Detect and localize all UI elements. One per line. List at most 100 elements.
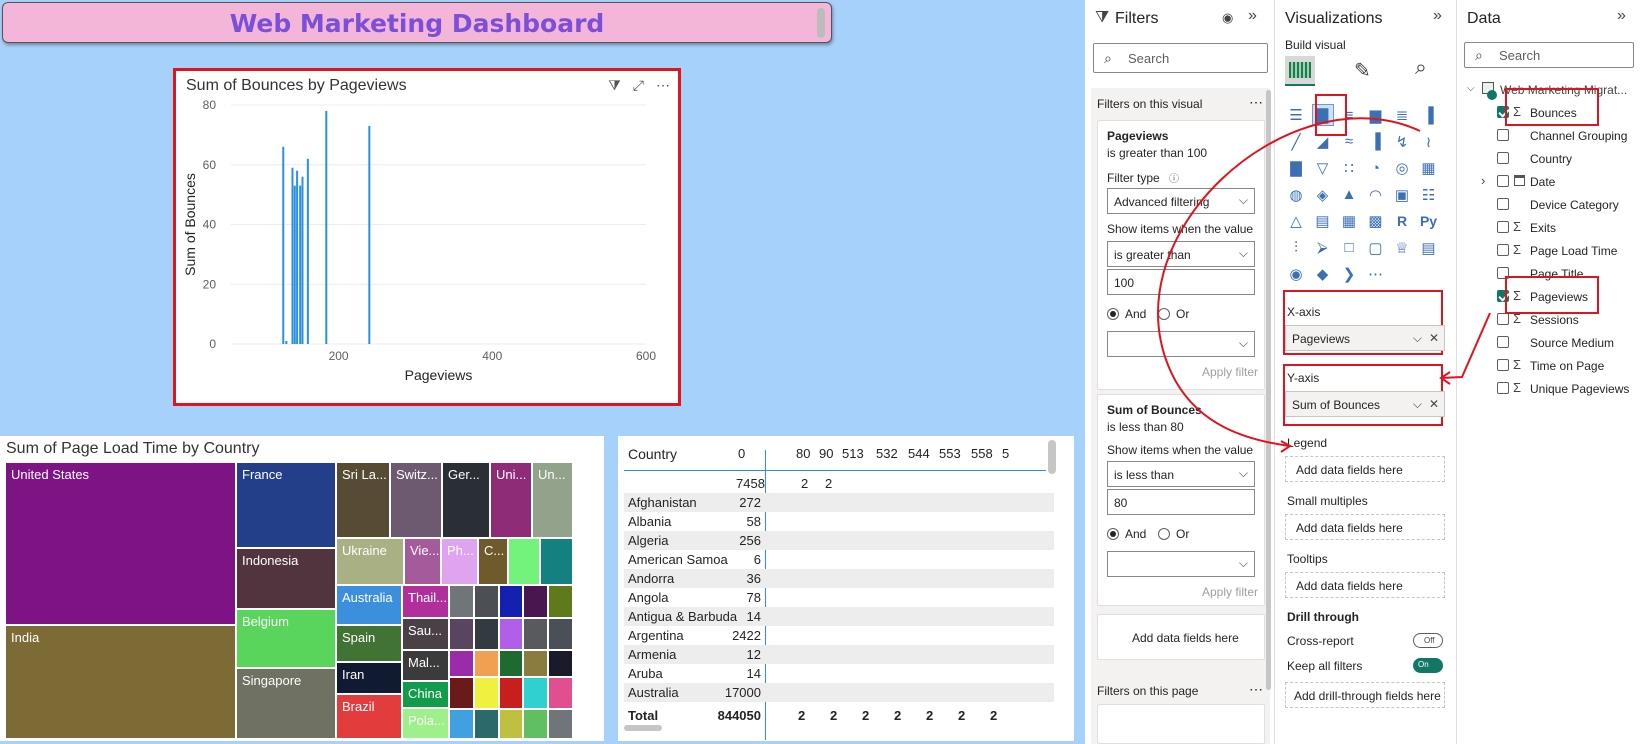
data-field-item[interactable]: Source Medium [1457, 333, 1640, 353]
table-row[interactable] [624, 626, 1054, 645]
treemap-small-tile[interactable] [523, 618, 549, 650]
field-checkbox[interactable] [1497, 221, 1509, 233]
bar[interactable] [293, 185, 296, 344]
clustered-bar-icon[interactable]: ≣ [1391, 104, 1413, 126]
metrics-icon[interactable]: ♕ [1391, 237, 1413, 259]
kpi-icon[interactable]: △ [1285, 210, 1307, 232]
clustered-column-icon[interactable]: ▇ [1311, 104, 1334, 126]
treemap-tile[interactable]: Iran [336, 662, 402, 694]
treemap-small-tile[interactable] [548, 650, 573, 677]
field-checkbox[interactable] [1497, 129, 1509, 141]
data-field-item[interactable]: Country [1457, 149, 1640, 169]
map-icon[interactable]: ◍ [1285, 184, 1307, 206]
filter-card-bounces[interactable]: Sum of Bounces is less than 80 Show item… [1097, 394, 1265, 606]
treemap-tile[interactable]: Ph... [441, 538, 478, 585]
bar[interactable] [368, 125, 371, 344]
treemap-small-tile[interactable] [449, 585, 474, 618]
treemap-tile[interactable]: Uni... [490, 462, 532, 538]
and-radio[interactable] [1107, 308, 1119, 320]
azure-map-icon[interactable]: ▲ [1338, 184, 1360, 206]
bar[interactable] [299, 185, 302, 344]
collapse-viz-icon[interactable]: » [1433, 7, 1442, 25]
keep-all-filters-toggle[interactable]: On [1413, 658, 1443, 673]
stacked-area-icon[interactable]: ≈ [1338, 131, 1360, 153]
treemap-tile[interactable]: Switz... [390, 462, 442, 538]
treemap-small-tile[interactable] [473, 585, 499, 618]
treemap-tile[interactable]: Pola... [402, 708, 449, 739]
condition-dropdown[interactable]: is less than ⌵ [1107, 461, 1255, 487]
bar[interactable] [325, 110, 328, 344]
treemap-small-tile[interactable] [523, 677, 549, 709]
apply-filter-button[interactable]: Apply filter [1202, 585, 1258, 599]
or-radio[interactable] [1158, 528, 1170, 540]
table-icon[interactable]: ▦ [1338, 210, 1360, 232]
treemap-small-tile[interactable] [548, 709, 573, 739]
field-checkbox[interactable] [1497, 382, 1509, 394]
bar[interactable] [296, 170, 299, 344]
page-filter-card[interactable] [1097, 704, 1265, 744]
treemap-small-tile[interactable] [548, 585, 573, 618]
filter-type-dropdown[interactable]: Advanced filtering ⌵ [1107, 188, 1255, 214]
field-checkbox[interactable] [1497, 175, 1509, 187]
narrative-icon[interactable]: ▢ [1365, 237, 1387, 259]
treemap-small-tile[interactable] [523, 585, 549, 618]
pie-icon[interactable]: ◔ [1365, 157, 1387, 179]
treemap-tile[interactable] [540, 538, 573, 585]
bar[interactable] [285, 341, 288, 344]
table-row[interactable] [624, 512, 1054, 531]
data-field-item[interactable]: Σ Unique Pageviews [1457, 379, 1640, 399]
treemap-small-tile[interactable] [498, 677, 524, 709]
power-automate-icon[interactable]: ❯ [1338, 263, 1360, 285]
page-load-time-treemap[interactable]: Sum of Page Load Time by Country United … [0, 436, 604, 741]
decomposition-tree-icon[interactable]: ⮚ [1312, 237, 1334, 259]
small-multiples-well[interactable]: Add data fields here [1285, 514, 1445, 540]
line-chart-icon[interactable]: ╱ [1285, 131, 1307, 153]
treemap-tile[interactable]: Spain [336, 625, 402, 662]
collapse-filters-icon[interactable]: » [1248, 7, 1257, 25]
stacked-column-icon[interactable]: ▆ [1365, 104, 1387, 126]
funnel-icon[interactable]: ▽ [1312, 157, 1334, 179]
stacked-bar-100-icon[interactable]: ≡ [1338, 104, 1360, 126]
tooltips-well[interactable]: Add data fields here [1285, 572, 1445, 598]
treemap-small-tile[interactable] [473, 618, 499, 650]
chevron-right-icon[interactable]: › [1481, 173, 1485, 188]
treemap-tile[interactable]: C... [478, 538, 508, 585]
filters-search-input[interactable]: ⌕ Search [1093, 43, 1268, 73]
matrix-hscrollbar[interactable] [624, 725, 662, 731]
apply-filter-button[interactable]: Apply filter [1202, 365, 1258, 379]
field-checkbox[interactable] [1497, 152, 1509, 164]
cross-report-toggle[interactable]: Off [1413, 633, 1443, 648]
line-clustered-icon[interactable]: ↯ [1391, 131, 1413, 153]
page-filters-more-icon[interactable]: ⋯ [1249, 681, 1263, 698]
remove-field-icon[interactable]: ✕ [1429, 331, 1439, 345]
treemap-small-tile[interactable] [473, 709, 499, 739]
treemap-small-tile[interactable] [449, 677, 474, 709]
treemap-small-tile[interactable] [473, 677, 499, 709]
second-condition-dropdown[interactable]: ⌵ [1107, 551, 1255, 577]
data-field-item[interactable]: Σ Exits [1457, 218, 1640, 238]
qa-icon[interactable]: □ [1338, 237, 1360, 259]
bar[interactable] [301, 176, 304, 344]
matrix-icon[interactable]: ▩ [1365, 210, 1387, 232]
treemap-tile[interactable]: Indonesia [236, 548, 336, 609]
add-filter-fields-well[interactable]: Add data fields here [1097, 614, 1265, 660]
data-field-item[interactable]: Σ Time on Page [1457, 356, 1640, 376]
treemap-small-tile[interactable] [498, 709, 524, 739]
x-axis-well[interactable]: Pageviews ⌵ ✕ [1285, 325, 1445, 351]
table-row[interactable] [624, 569, 1054, 588]
matrix-scrollbar[interactable] [1048, 440, 1056, 474]
treemap-tile[interactable]: China [402, 681, 449, 708]
bar[interactable] [282, 146, 285, 344]
bar[interactable] [306, 158, 309, 344]
legend-well[interactable]: Add data fields here [1285, 456, 1445, 482]
key-influencers-icon[interactable]: ⫶ [1285, 237, 1307, 259]
card-icon[interactable]: ▣ [1391, 184, 1413, 206]
treemap-tile[interactable]: Mal... [402, 650, 449, 681]
or-radio[interactable] [1158, 308, 1170, 320]
dashboard-title-box[interactable]: Web Marketing Dashboard [2, 2, 832, 43]
value-input[interactable]: 80 [1107, 489, 1255, 515]
field-checkbox[interactable] [1497, 313, 1509, 325]
treemap-tile[interactable]: Brazil [336, 694, 402, 739]
table-row[interactable] [624, 664, 1054, 683]
treemap-small-tile[interactable] [449, 650, 474, 677]
